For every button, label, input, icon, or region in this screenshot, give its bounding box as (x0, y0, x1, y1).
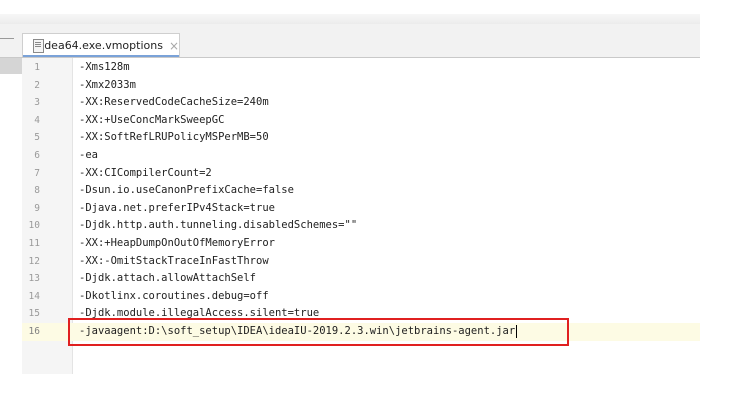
line-number: 8 (34, 185, 40, 197)
code-text[interactable]: -XX:CICompilerCount=2 (79, 165, 212, 183)
code-text[interactable]: -XX:+HeapDumpOnOutOfMemoryError (79, 235, 275, 253)
line-number: 7 (34, 167, 40, 179)
line-number: 5 (34, 132, 40, 144)
code-text[interactable]: -XX:ReservedCodeCacheSize=240m (79, 94, 269, 112)
code-line[interactable]: 13 -Djdk.attach.allowAttachSelf (22, 270, 700, 288)
code-text[interactable]: -Xmx2033m (79, 77, 136, 95)
code-line[interactable]: 3 -XX:ReservedCodeCacheSize=240m (22, 94, 700, 112)
code-line[interactable]: 12 -XX:-OmitStackTraceInFastThrow (22, 253, 700, 271)
annotation-highlight-box (68, 318, 569, 346)
line-number: 3 (34, 97, 40, 109)
code-line[interactable]: 14 -Dkotlinx.coroutines.debug=off (22, 288, 700, 306)
code-line[interactable]: 10 -Djdk.http.auth.tunneling.disabledSche… (22, 217, 700, 235)
left-side-panel (0, 58, 22, 374)
line-number: 12 (28, 255, 40, 267)
tab-bar-separator (0, 38, 14, 39)
line-number: 16 (28, 326, 40, 337)
line-number: 10 (28, 220, 40, 232)
window-top-strip (0, 0, 755, 25)
line-number: 14 (28, 290, 40, 302)
line-number: 15 (28, 308, 40, 320)
code-text[interactable]: -Djdk.attach.allowAttachSelf (79, 270, 256, 288)
code-line[interactable]: 6 -ea (22, 147, 700, 165)
code-line[interactable]: 9 -Djava.net.preferIPv4Stack=true (22, 200, 700, 218)
code-text[interactable]: -Dkotlinx.coroutines.debug=off (79, 288, 269, 306)
code-text[interactable]: -ea (79, 147, 98, 165)
code-line[interactable]: 5 -XX:SoftRefLRUPolicyMSPerMB=50 (22, 129, 700, 147)
code-text[interactable]: -XX:-OmitStackTraceInFastThrow (79, 253, 269, 271)
line-number: 4 (34, 114, 40, 126)
line-number: 9 (34, 202, 40, 214)
code-line[interactable]: 1 -Xms128m (22, 59, 700, 77)
code-text[interactable]: -XX:SoftRefLRUPolicyMSPerMB=50 (79, 129, 269, 147)
code-line[interactable]: 2 -Xmx2033m (22, 77, 700, 95)
line-number: 13 (28, 273, 40, 285)
code-text[interactable]: -Dsun.io.useCanonPrefixCache=false (79, 182, 294, 200)
active-tab-indicator (23, 55, 179, 57)
code-text[interactable]: -Djdk.http.auth.tunneling.disabledScheme… (79, 217, 357, 235)
line-number: 6 (34, 150, 40, 161)
code-text[interactable]: -XX:+UseConcMarkSweepGC (79, 112, 224, 130)
tab-idea64-vmoptions[interactable]: idea64.exe.vmoptions × (22, 33, 180, 57)
editor-tab-bar: idea64.exe.vmoptions × (0, 24, 700, 58)
tab-label: idea64.exe.vmoptions (41, 39, 163, 52)
left-panel-selection (0, 58, 22, 74)
file-icon (33, 39, 45, 53)
code-line[interactable]: 8 -Dsun.io.useCanonPrefixCache=false (22, 182, 700, 200)
line-number: 2 (34, 79, 40, 91)
close-icon[interactable]: × (169, 39, 179, 53)
code-text[interactable]: -Xms128m (79, 59, 130, 77)
code-line[interactable]: 11 -XX:+HeapDumpOnOutOfMemoryError (22, 235, 700, 253)
code-text[interactable]: -Djava.net.preferIPv4Stack=true (79, 200, 275, 218)
line-number: 1 (34, 62, 40, 73)
line-number: 11 (28, 238, 40, 249)
code-line[interactable]: 7 -XX:CICompilerCount=2 (22, 165, 700, 183)
code-line[interactable]: 4 -XX:+UseConcMarkSweepGC (22, 112, 700, 130)
